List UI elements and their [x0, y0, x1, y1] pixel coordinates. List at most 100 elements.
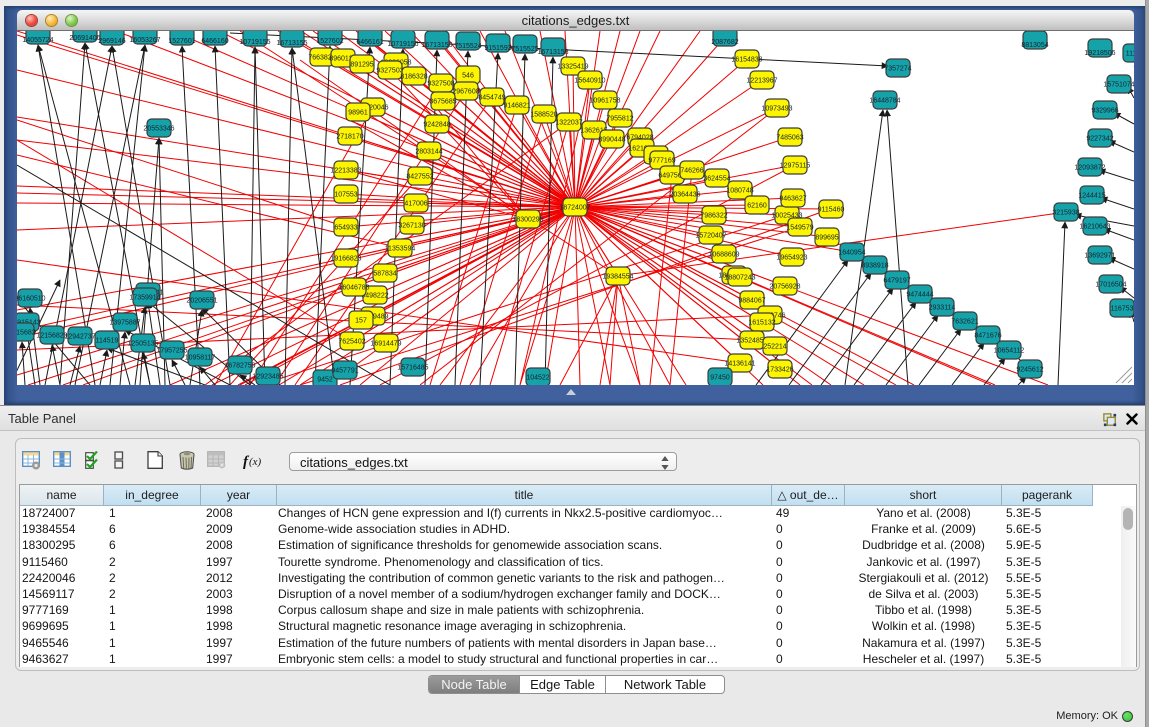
- svg-text:1588520: 1588520: [530, 112, 557, 119]
- svg-text:10719156: 10719156: [387, 41, 418, 48]
- svg-text:12093872: 12093872: [1074, 165, 1105, 172]
- svg-text:891295: 891295: [350, 62, 373, 69]
- svg-text:12213967: 12213967: [746, 78, 777, 85]
- svg-text:98961: 98961: [348, 110, 368, 117]
- svg-text:11353594: 11353594: [385, 246, 416, 253]
- svg-text:9115460: 9115460: [818, 207, 845, 214]
- svg-text:8471676: 8471676: [974, 333, 1001, 340]
- svg-text:1527602: 1527602: [316, 38, 343, 45]
- svg-text:20364436: 20364436: [669, 192, 700, 199]
- svg-text:6479197: 6479197: [883, 278, 910, 285]
- svg-text:9146821: 9146821: [503, 103, 530, 110]
- svg-text:10688609: 10688609: [708, 252, 739, 259]
- svg-text:9452: 9452: [317, 377, 333, 384]
- svg-text:104522: 104522: [526, 375, 549, 382]
- svg-text:6466160: 6466160: [201, 38, 228, 45]
- svg-text:157: 157: [355, 318, 367, 325]
- svg-text:1640954: 1640954: [838, 250, 865, 257]
- svg-text:899695: 899695: [815, 235, 838, 242]
- svg-text:15720407: 15720407: [695, 233, 726, 240]
- svg-text:417006: 417006: [404, 201, 427, 208]
- svg-text:8990448: 8990448: [598, 137, 625, 144]
- svg-text:9227342: 9227342: [1086, 136, 1113, 143]
- svg-text:18807243: 18807243: [724, 275, 755, 282]
- svg-text:114519: 114519: [96, 338, 119, 345]
- svg-text:6466161: 6466161: [356, 39, 383, 46]
- svg-text:9242848: 9242848: [423, 122, 450, 129]
- svg-text:16914479: 16914479: [370, 341, 401, 348]
- svg-text:17359914: 17359914: [129, 295, 160, 302]
- svg-text:3624554: 3624554: [703, 176, 730, 183]
- svg-text:14055724: 14055724: [22, 37, 53, 44]
- svg-text:8454749: 8454749: [478, 95, 505, 102]
- svg-text:16713158: 16713158: [537, 49, 568, 56]
- svg-text:1080748: 1080748: [726, 188, 753, 195]
- svg-text:15716485: 15716485: [397, 365, 428, 372]
- svg-text:12156829: 12156829: [36, 333, 67, 340]
- svg-text:9457791: 9457791: [331, 368, 358, 375]
- svg-text:107553: 107553: [334, 192, 357, 199]
- svg-text:9329966: 9329966: [1091, 108, 1118, 115]
- svg-text:18724007: 18724007: [559, 205, 590, 212]
- svg-text:11124: 11124: [1126, 51, 1134, 58]
- svg-text:12975115: 12975115: [780, 163, 811, 170]
- svg-text:19218506: 19218506: [1084, 50, 1115, 57]
- svg-text:10973493: 10973493: [761, 106, 792, 113]
- svg-text:3215938: 3215938: [1052, 210, 1079, 217]
- svg-text:26160510: 26160510: [17, 296, 46, 303]
- svg-text:7632621: 7632621: [951, 319, 978, 326]
- svg-text:12505135: 12505135: [127, 341, 158, 348]
- svg-text:7625402: 7625402: [338, 339, 365, 346]
- svg-text:10961758: 10961758: [589, 98, 620, 105]
- svg-text:587834: 587834: [373, 271, 396, 278]
- svg-text:20553346: 20553346: [143, 126, 174, 133]
- svg-text:3267130: 3267130: [398, 223, 425, 230]
- svg-text:9777169: 9777169: [648, 158, 675, 165]
- svg-text:15640910: 15640910: [574, 78, 605, 85]
- svg-text:9463627: 9463627: [779, 196, 806, 203]
- svg-text:7986322: 7986322: [700, 213, 727, 220]
- svg-text:18300295: 18300295: [512, 217, 543, 224]
- svg-text:2718170: 2718170: [336, 134, 363, 141]
- svg-text:16713156: 16713156: [421, 42, 452, 49]
- svg-text:2087682: 2087682: [711, 39, 738, 46]
- svg-text:12942737: 12942737: [64, 334, 95, 341]
- svg-text:8427552: 8427552: [406, 174, 433, 181]
- svg-text:8938918: 8938918: [861, 263, 888, 270]
- svg-text:1527601: 1527601: [168, 38, 195, 45]
- svg-text:10958117: 10958117: [185, 355, 216, 362]
- svg-text:2933114: 2933114: [929, 305, 956, 312]
- svg-text:17016504: 17016504: [1095, 282, 1126, 289]
- svg-text:16154838: 16154838: [731, 57, 762, 64]
- svg-text:16448784: 16448784: [869, 98, 900, 105]
- svg-text:8813054: 8813054: [1021, 42, 1048, 49]
- svg-text:10654112: 10654112: [994, 348, 1025, 355]
- svg-text:16046788: 16046788: [338, 285, 369, 292]
- svg-text:2969146: 2969146: [98, 38, 125, 45]
- svg-text:7515524: 7515524: [454, 43, 481, 50]
- svg-text:16053267: 16053267: [129, 37, 160, 44]
- svg-text:13692971: 13692971: [1084, 253, 1115, 260]
- svg-text:1615132: 1615132: [748, 320, 775, 327]
- svg-text:1244415: 1244415: [1078, 193, 1105, 200]
- svg-text:19166823: 19166823: [330, 256, 361, 263]
- svg-text:17957255: 17957255: [156, 348, 187, 355]
- svg-text:19654923: 19654923: [776, 255, 807, 262]
- svg-text:10719155: 10719155: [239, 39, 270, 46]
- svg-text:2967608: 2967608: [452, 89, 479, 96]
- svg-text:19384554: 19384554: [602, 274, 633, 281]
- svg-text:20206551: 20206551: [186, 298, 217, 305]
- svg-text:20691406: 20691406: [69, 35, 100, 42]
- svg-text:13325419: 13325419: [557, 64, 588, 71]
- svg-text:116753: 116753: [1111, 306, 1134, 313]
- svg-text:1733426: 1733426: [766, 367, 793, 374]
- svg-text:7515525: 7515525: [511, 46, 538, 53]
- svg-text:(x): (x): [249, 456, 262, 468]
- svg-text:7357274: 7357274: [884, 66, 911, 73]
- svg-text:654933: 654933: [334, 225, 357, 232]
- svg-text:16782759: 16782759: [224, 363, 255, 370]
- svg-text:15751074: 15751074: [1103, 82, 1134, 89]
- svg-text:9474444: 9474444: [906, 292, 933, 299]
- svg-text:14136141: 14136141: [724, 361, 755, 368]
- svg-text:20756928: 20756928: [769, 284, 800, 291]
